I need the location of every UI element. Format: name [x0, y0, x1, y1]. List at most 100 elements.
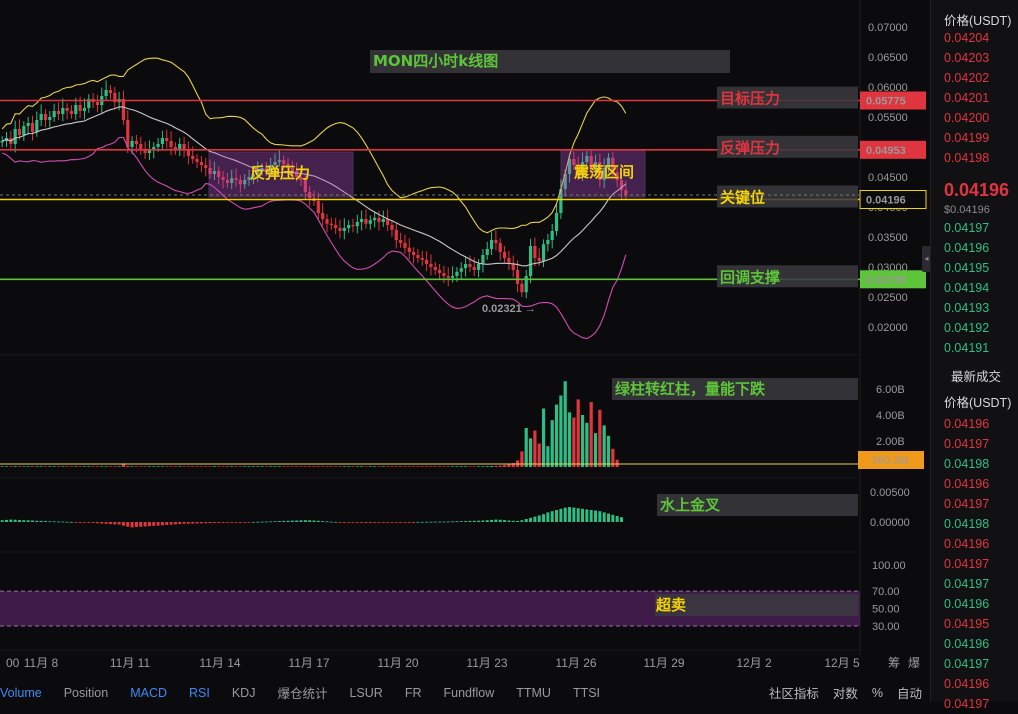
tab-position[interactable]: Position [64, 686, 108, 700]
volume-bar [303, 466, 307, 467]
trade-row[interactable]: 0.04195 [931, 614, 1018, 634]
macd-bar [234, 522, 238, 523]
bid-row[interactable]: 0.04192 [931, 318, 1018, 338]
candle-body [69, 111, 74, 114]
volume-bar [43, 466, 48, 467]
volume-bar [225, 466, 229, 467]
chart-option[interactable]: 社区指标 [769, 683, 819, 702]
chart-canvas[interactable]: 0.070000.065000.060000.055000.050000.045… [0, 0, 930, 683]
macd-bar [425, 521, 429, 523]
volume-bar [238, 466, 242, 467]
candle-body [52, 111, 56, 117]
candle-body [156, 144, 160, 147]
trades-title[interactable]: 最新成交 [931, 362, 1018, 392]
tab-lsur[interactable]: LSUR [349, 686, 382, 700]
macd-bar [195, 522, 199, 524]
macd-bar [169, 522, 173, 525]
tab-rsi[interactable]: RSI [189, 686, 210, 700]
macd-bar [529, 517, 533, 522]
last-price: 0.04196 [944, 180, 1010, 200]
level-label: 反弹压力 [720, 139, 780, 157]
volume-bar [139, 466, 143, 467]
volume-bar [403, 466, 407, 467]
bid-row[interactable]: 0.04194 [931, 278, 1018, 298]
volume-bar [450, 466, 455, 467]
trade-row[interactable]: 0.04196 [931, 634, 1018, 654]
trade-row[interactable]: 0.04196 [931, 414, 1018, 434]
tab-fr[interactable]: FR [405, 686, 422, 700]
trade-row[interactable]: 0.04197 [931, 574, 1018, 594]
macd-bar [39, 520, 43, 522]
volume-bar [26, 466, 30, 467]
chart-option[interactable]: 对数 [833, 683, 858, 702]
candle-body [368, 220, 372, 224]
macd-bar [360, 522, 364, 523]
candle-body [169, 141, 173, 147]
bid-row[interactable]: 0.04193 [931, 298, 1018, 318]
tab-volume[interactable]: Volume [0, 686, 42, 700]
trade-row[interactable]: 0.04197 [931, 434, 1018, 454]
macd-bar [212, 522, 216, 523]
tab-fundflow[interactable]: Fundflow [444, 686, 495, 700]
tab-ttmu[interactable]: TTMU [516, 686, 551, 700]
ask-row[interactable]: 0.04203 [931, 48, 1018, 68]
macd-bar [17, 520, 21, 522]
trade-row[interactable]: 0.04196 [931, 474, 1018, 494]
ask-row[interactable]: 0.04198 [931, 148, 1018, 168]
volume-bar [147, 466, 152, 467]
macd-bar [221, 522, 225, 523]
volume-bar [550, 420, 554, 467]
chart-option[interactable]: % [872, 686, 883, 700]
candle-body [61, 108, 65, 114]
volume-bar [351, 466, 355, 467]
rsi-note: 超卖 [655, 596, 686, 614]
ask-row[interactable]: 0.04202 [931, 68, 1018, 88]
macd-bar [342, 522, 346, 523]
candle-body [65, 108, 69, 111]
trade-row[interactable]: 0.04197 [931, 654, 1018, 674]
bid-row[interactable]: 0.04197 [931, 218, 1018, 238]
volume-bar [442, 466, 446, 467]
tab-kdj[interactable]: KDJ [232, 686, 256, 700]
tab-爆仓统计[interactable]: 爆仓统计 [277, 683, 327, 702]
bid-row[interactable]: 0.04195 [931, 258, 1018, 278]
ask-row[interactable]: 0.04200 [931, 108, 1018, 128]
macd-note: 水上金叉 [660, 496, 721, 514]
macd-bar [238, 522, 242, 523]
candle-body [342, 228, 346, 231]
candle-body [108, 90, 113, 93]
macd-bar [30, 520, 34, 522]
tab-macd[interactable]: MACD [130, 686, 167, 700]
trade-row[interactable]: 0.04198 [931, 454, 1018, 474]
volume-bar [338, 466, 342, 467]
trade-row[interactable]: 0.04197 [931, 494, 1018, 514]
bid-row[interactable]: 0.04196 [931, 238, 1018, 258]
trade-row[interactable]: 0.04196 [931, 674, 1018, 694]
chart-option[interactable]: 自动 [897, 683, 922, 702]
macd-bar [48, 521, 52, 523]
volume-bar [308, 466, 312, 467]
macd-bar [0, 520, 4, 522]
volume-bar [481, 466, 485, 467]
ask-row[interactable]: 0.04199 [931, 128, 1018, 148]
macd-bar [260, 521, 264, 523]
ask-row[interactable]: 0.04204 [931, 28, 1018, 48]
trade-row[interactable]: 0.04196 [931, 594, 1018, 614]
trade-row[interactable]: 0.04198 [931, 514, 1018, 534]
volume-bar [230, 466, 234, 467]
volume-bar [130, 466, 134, 467]
trade-row[interactable]: 0.04197 [931, 554, 1018, 574]
ask-row[interactable]: 0.04201 [931, 88, 1018, 108]
candle-body [442, 273, 446, 276]
trade-row[interactable]: 0.04197 [931, 694, 1018, 714]
macd-bar [368, 522, 372, 523]
volume-bar [143, 466, 147, 467]
volume-bar [199, 466, 203, 467]
bid-row[interactable]: 0.04191 [931, 338, 1018, 358]
trade-row[interactable]: 0.04196 [931, 534, 1018, 554]
tab-ttsi[interactable]: TTSI [573, 686, 600, 700]
volume-bar [152, 466, 156, 467]
candle-body [515, 270, 520, 284]
volume-bar [520, 451, 524, 467]
volume-bar [178, 466, 182, 467]
